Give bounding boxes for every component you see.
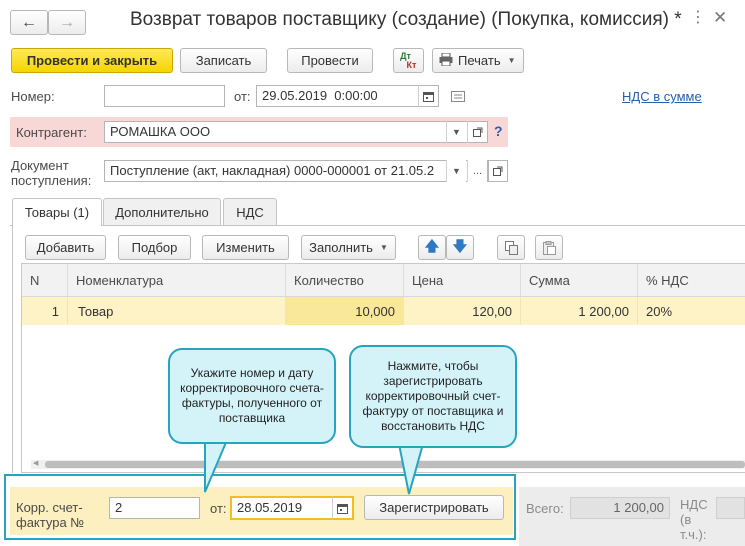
fill-button[interactable]: Заполнить ▼ xyxy=(301,235,396,260)
receipt-doc-value: Поступление (акт, накладная) 0000-000001… xyxy=(110,163,435,178)
col-header-item[interactable]: Номенклатура xyxy=(68,264,286,296)
corr-invoice-label-line2: фактура № xyxy=(16,515,85,530)
add-row-button[interactable]: Добавить xyxy=(25,235,106,260)
counterparty-input[interactable]: РОМАШКА ООО xyxy=(104,121,488,143)
tab-additional[interactable]: Дополнительно xyxy=(103,198,221,225)
date-from-label: от: xyxy=(234,89,251,104)
vat-total-label-line2: (в xyxy=(680,512,692,527)
arrow-left-icon: ← xyxy=(21,13,37,31)
calendar-icon[interactable] xyxy=(418,85,438,107)
tab-vat[interactable]: НДС xyxy=(223,198,277,225)
forward-button[interactable]: → xyxy=(48,10,86,35)
fill-label: Заполнить xyxy=(309,240,373,255)
tab-goods[interactable]: Товары (1) xyxy=(12,198,102,226)
help-icon[interactable]: ? xyxy=(494,123,503,139)
vat-total-label-line1: НДС xyxy=(680,497,708,512)
callout-left-pointer xyxy=(204,440,229,493)
corr-invoice-from-label: от: xyxy=(210,501,227,516)
cell-price[interactable]: 120,00 xyxy=(404,297,521,325)
receipt-doc-open-icon[interactable] xyxy=(488,160,508,182)
vat-total-label-line3: т.ч.): xyxy=(680,527,707,542)
col-header-n[interactable]: N xyxy=(22,264,68,296)
cell-item[interactable]: Товар xyxy=(68,297,286,325)
print-button[interactable]: Печать ▼ xyxy=(432,48,524,73)
copy-icon xyxy=(504,240,518,255)
date-value: 29.05.2019 0:00:00 xyxy=(262,88,378,103)
paste-icon xyxy=(542,240,556,255)
callout-left: Укажите номер и дату корректировочного с… xyxy=(168,348,336,444)
cell-vat[interactable]: 20% xyxy=(638,297,745,325)
edit-row-button[interactable]: Изменить xyxy=(202,235,289,260)
scroll-left-icon[interactable]: ◀ xyxy=(33,459,38,467)
close-icon[interactable]: ✕ xyxy=(713,8,727,28)
copy-button[interactable] xyxy=(497,235,525,260)
register-button[interactable]: Зарегистрировать xyxy=(364,495,504,520)
dt-kt-button[interactable]: Дт Кт xyxy=(393,48,424,73)
comment-icon[interactable] xyxy=(451,90,465,105)
receipt-doc-select-button[interactable]: ... xyxy=(467,160,487,182)
corr-invoice-date-value: 28.05.2019 xyxy=(237,500,303,515)
printer-icon xyxy=(439,52,453,69)
col-header-qty[interactable]: Количество xyxy=(286,264,404,296)
kebab-menu-icon[interactable]: ⋮ xyxy=(690,8,706,28)
chevron-down-icon: ▼ xyxy=(379,243,388,252)
callout-right: Нажмите, чтобы зарегистрировать корректи… xyxy=(349,345,517,448)
receipt-doc-input[interactable]: Поступление (акт, накладная) 0000-000001… xyxy=(104,160,488,182)
window-title: Возврат товаров поставщику (создание) (П… xyxy=(130,9,682,30)
col-header-price[interactable]: Цена xyxy=(404,264,521,296)
move-up-button[interactable]: 🡅 xyxy=(418,235,446,260)
cell-sum[interactable]: 1 200,00 xyxy=(521,297,638,325)
save-button[interactable]: Записать xyxy=(180,48,267,73)
counterparty-value: РОМАШКА ООО xyxy=(110,124,211,139)
back-button[interactable]: ← xyxy=(10,10,48,35)
corr-invoice-label-line1: Корр. счет- xyxy=(16,500,83,515)
total-value: 1 200,00 xyxy=(570,497,670,519)
print-label: Печать xyxy=(458,53,501,68)
post-and-close-button[interactable]: Провести и закрыть xyxy=(11,48,173,73)
callout-right-pointer xyxy=(397,444,425,495)
corr-invoice-number-input[interactable]: 2 xyxy=(109,497,200,519)
dt-kt-icon-bottom: Кт xyxy=(406,59,417,70)
arrow-up-icon: 🡅 xyxy=(424,237,440,254)
select-items-button[interactable]: Подбор xyxy=(118,235,191,260)
total-label: Всего: xyxy=(526,501,564,516)
counterparty-label: Контрагент: xyxy=(16,125,87,140)
arrow-down-icon: 🡇 xyxy=(452,237,468,254)
col-header-sum[interactable]: Сумма xyxy=(521,264,638,296)
arrow-right-icon: → xyxy=(59,13,75,31)
number-label: Номер: xyxy=(11,89,55,104)
vat-in-sum-link[interactable]: НДС в сумме xyxy=(622,89,702,104)
receipt-doc-dropdown-icon[interactable]: ▼ xyxy=(446,160,466,182)
post-button[interactable]: Провести xyxy=(287,48,373,73)
cell-qty[interactable]: 10,000 xyxy=(286,297,404,325)
cell-n: 1 xyxy=(22,297,68,325)
number-input[interactable] xyxy=(104,85,225,107)
ellipsis-label: ... xyxy=(472,165,483,177)
date-input[interactable]: 29.05.2019 0:00:00 xyxy=(256,85,439,107)
receipt-doc-label-line2: поступления: xyxy=(11,173,92,188)
counterparty-dropdown-icon[interactable]: ▼ xyxy=(446,121,466,143)
total-value-text: 1 200,00 xyxy=(613,500,664,515)
chevron-down-icon: ▼ xyxy=(507,56,516,65)
paste-button[interactable] xyxy=(535,235,563,260)
move-down-button[interactable]: 🡇 xyxy=(446,235,474,260)
counterparty-open-icon[interactable] xyxy=(467,121,487,143)
receipt-doc-label-line1: Документ xyxy=(11,158,69,173)
calendar-icon[interactable] xyxy=(332,497,352,519)
vat-total-value xyxy=(716,497,745,519)
col-header-vat[interactable]: % НДС xyxy=(638,264,745,296)
